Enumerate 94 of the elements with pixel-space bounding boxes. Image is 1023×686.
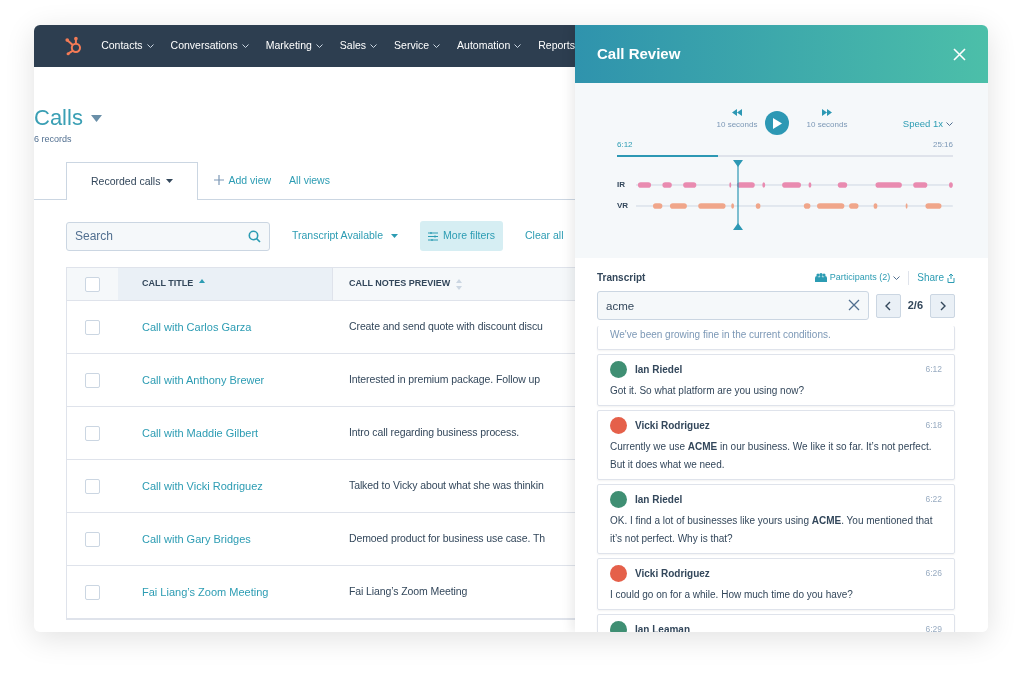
play-icon <box>772 117 782 129</box>
plus-icon <box>214 175 225 186</box>
notes-cell: Demoed product for business use case. Th <box>349 531 545 547</box>
chevron-down-icon <box>514 44 522 48</box>
nav-menu-item[interactable]: Service <box>394 38 441 54</box>
transcript-search-field[interactable]: acme <box>597 291 869 320</box>
speech-timeline[interactable] <box>636 201 953 210</box>
notes-cell: Fai Liang’s Zoom Meeting <box>349 584 468 600</box>
message-text: I could go on for a while. How much time do you have? <box>610 588 854 602</box>
chevron-down-icon <box>241 44 249 48</box>
chevron-down-icon <box>946 122 953 127</box>
transcript-filter-dropdown[interactable]: Transcript Available <box>292 228 399 244</box>
checkbox[interactable] <box>85 372 100 388</box>
call-title-link[interactable]: Call with Anthony Brewer <box>142 371 265 389</box>
total-time: 25:16 <box>932 139 953 151</box>
caret-icon <box>391 234 399 239</box>
nav-menu-item[interactable]: Reports <box>538 38 575 54</box>
notes-cell: Create and send quote with discount discu <box>349 319 543 335</box>
call-title-link[interactable]: Fai Liang’s Zoom Meeting <box>142 583 269 601</box>
call-title-link[interactable]: Call with Gary Bridges <box>142 530 251 548</box>
close-icon[interactable] <box>953 47 966 61</box>
checkbox[interactable] <box>85 531 100 547</box>
track-label: VR <box>617 199 630 212</box>
nav-menu-item[interactable]: Marketing <box>265 38 323 54</box>
share-icon <box>947 272 955 283</box>
notes-cell: Intro call regarding business process. <box>349 425 520 441</box>
fast-forward-icon[interactable] <box>822 109 832 116</box>
call-title-link[interactable]: Call with Maddie Gilbert <box>142 424 259 442</box>
nav-menu-item[interactable]: Sales <box>339 38 378 54</box>
view-tab[interactable]: Recorded calls <box>66 161 199 201</box>
all-views-link[interactable]: All views <box>289 172 330 189</box>
sort-icon[interactable] <box>456 278 463 290</box>
chevron-left-icon <box>885 300 892 311</box>
checkbox[interactable] <box>85 478 100 494</box>
call-title-link[interactable]: Call with Vicki Rodriguez <box>142 477 263 495</box>
speaker-name: Vicki Rodriguez <box>635 419 710 433</box>
caret-icon <box>166 179 174 184</box>
column-header[interactable]: CALL TITLE <box>142 277 194 291</box>
more-filters-button[interactable]: More filters <box>420 221 503 251</box>
transcript-heading: Transcript <box>597 271 646 285</box>
timestamp: 6:22 <box>925 493 942 506</box>
timestamp: 6:12 <box>925 363 942 376</box>
notes-cell: Talked to Vicky about what she was thinkin <box>349 478 544 494</box>
chevron-down-icon <box>315 44 323 48</box>
nav-menu-item[interactable]: Contacts <box>101 38 154 54</box>
chevron-down-icon <box>433 44 441 48</box>
chevron-down-icon <box>893 275 901 280</box>
chevron-down-icon <box>370 44 378 48</box>
timestamp: 6:18 <box>925 419 942 432</box>
nav-menu-item[interactable]: Conversations <box>170 38 249 54</box>
timestamp: 6:26 <box>925 567 942 580</box>
notes-cell: Interested in premium package. Follow up <box>349 372 540 388</box>
playhead-marker[interactable] <box>732 160 743 230</box>
previous-match-button[interactable] <box>875 293 901 318</box>
rewind-label: 10 seconds <box>716 119 758 131</box>
panel-title: Call Review <box>597 43 681 64</box>
clear-icon[interactable] <box>847 299 860 311</box>
column-header[interactable]: CALL NOTES PREVIEW <box>349 277 451 291</box>
search-icon <box>248 229 261 243</box>
share-link[interactable]: Share <box>917 270 955 285</box>
chevron-right-icon <box>939 300 946 311</box>
current-time: 6:12 <box>617 139 633 151</box>
chevron-down-icon <box>146 44 154 48</box>
checkbox[interactable] <box>85 319 100 335</box>
page-title[interactable]: Calls <box>34 107 83 129</box>
next-match-button[interactable] <box>930 293 955 318</box>
rewind-icon[interactable] <box>732 109 742 116</box>
call-title-link[interactable]: Call with Carlos Garza <box>142 318 252 336</box>
search-field[interactable]: Search <box>66 221 270 251</box>
track-label: IR <box>617 178 626 191</box>
speed-dropdown[interactable]: Speed 1x <box>902 117 953 132</box>
speech-timeline[interactable] <box>636 180 953 189</box>
record-count: 6 records <box>34 133 73 146</box>
caret-icon[interactable] <box>90 114 102 122</box>
speaker-name: Ian Riedel <box>635 493 683 507</box>
forward-label: 10 seconds <box>806 119 848 131</box>
participants-dropdown[interactable]: Participants (2) <box>814 270 901 285</box>
match-counter: 2/6 <box>907 298 923 314</box>
speaker-name: Ian Riedel <box>635 363 683 377</box>
timestamp: 6:29 <box>925 623 942 632</box>
filter-icon <box>428 231 439 241</box>
message-text: We've been growing fine in the current conditions. <box>610 328 832 342</box>
speaker-name: Vicki Rodriguez <box>635 567 710 581</box>
play-button[interactable] <box>765 111 789 135</box>
checkbox[interactable] <box>85 276 100 292</box>
message-text: Currently we use ACME in our business. We like it so far. It’s not perfect. But it does what we need. <box>610 440 933 472</box>
people-icon <box>814 273 827 282</box>
checkbox[interactable] <box>85 584 100 600</box>
clear-all-link[interactable]: Clear all <box>525 228 564 244</box>
add-view-link[interactable]: Add view <box>214 172 272 189</box>
checkbox[interactable] <box>85 425 100 441</box>
nav-menu-item[interactable]: Automation <box>457 38 522 54</box>
message-text: Got it. So what platform are you using now? <box>610 384 805 398</box>
message-text: OK. I find a lot of businesses like yours using ACME. You mentioned that it’s not perfect. Why is that? <box>610 514 934 546</box>
